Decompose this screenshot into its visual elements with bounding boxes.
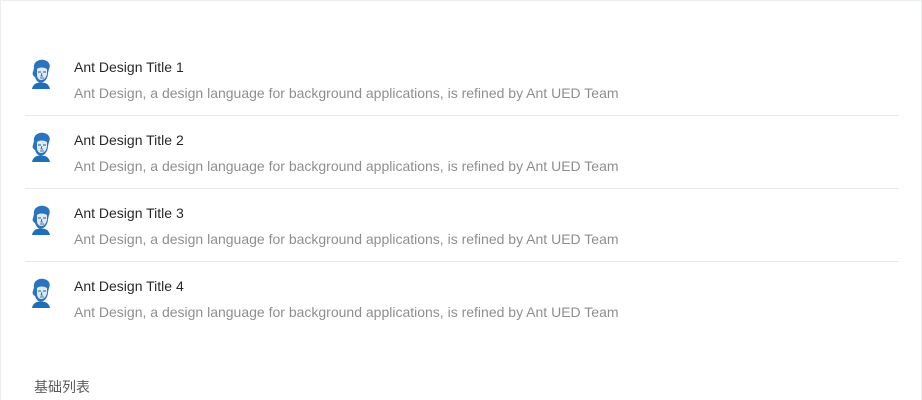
avatar-list: Ant Design Title 1 Ant Design, a design … — [25, 43, 899, 335]
list-item: Ant Design Title 2 Ant Design, a design … — [25, 116, 899, 189]
list-item-description: Ant Design, a design language for backgr… — [74, 231, 619, 247]
user-portrait-icon — [29, 278, 53, 308]
list-item-description: Ant Design, a design language for backgr… — [74, 158, 619, 174]
demo-caption: 基础列表 — [34, 379, 90, 395]
list-item-description: Ant Design, a design language for backgr… — [74, 304, 619, 320]
list-item-title[interactable]: Ant Design Title 4 — [74, 276, 619, 296]
list-item: Ant Design Title 4 Ant Design, a design … — [25, 262, 899, 335]
user-portrait-icon — [29, 205, 53, 235]
list-item: Ant Design Title 3 Ant Design, a design … — [25, 189, 899, 262]
user-portrait-icon — [29, 59, 53, 89]
list-item-title[interactable]: Ant Design Title 3 — [74, 203, 619, 223]
list-item-title[interactable]: Ant Design Title 2 — [74, 130, 619, 150]
list-item-title[interactable]: Ant Design Title 1 — [74, 57, 619, 77]
list-item: Ant Design Title 1 Ant Design, a design … — [25, 43, 899, 116]
list-item-meta: Ant Design Title 4 Ant Design, a design … — [74, 276, 619, 322]
user-portrait-icon — [29, 132, 53, 162]
list-item-meta: Ant Design Title 2 Ant Design, a design … — [74, 130, 619, 176]
demo-card: Ant Design Title 1 Ant Design, a design … — [0, 0, 922, 400]
list-item-meta: Ant Design Title 1 Ant Design, a design … — [74, 57, 619, 103]
list-item-meta: Ant Design Title 3 Ant Design, a design … — [74, 203, 619, 249]
list-item-description: Ant Design, a design language for backgr… — [74, 85, 619, 101]
